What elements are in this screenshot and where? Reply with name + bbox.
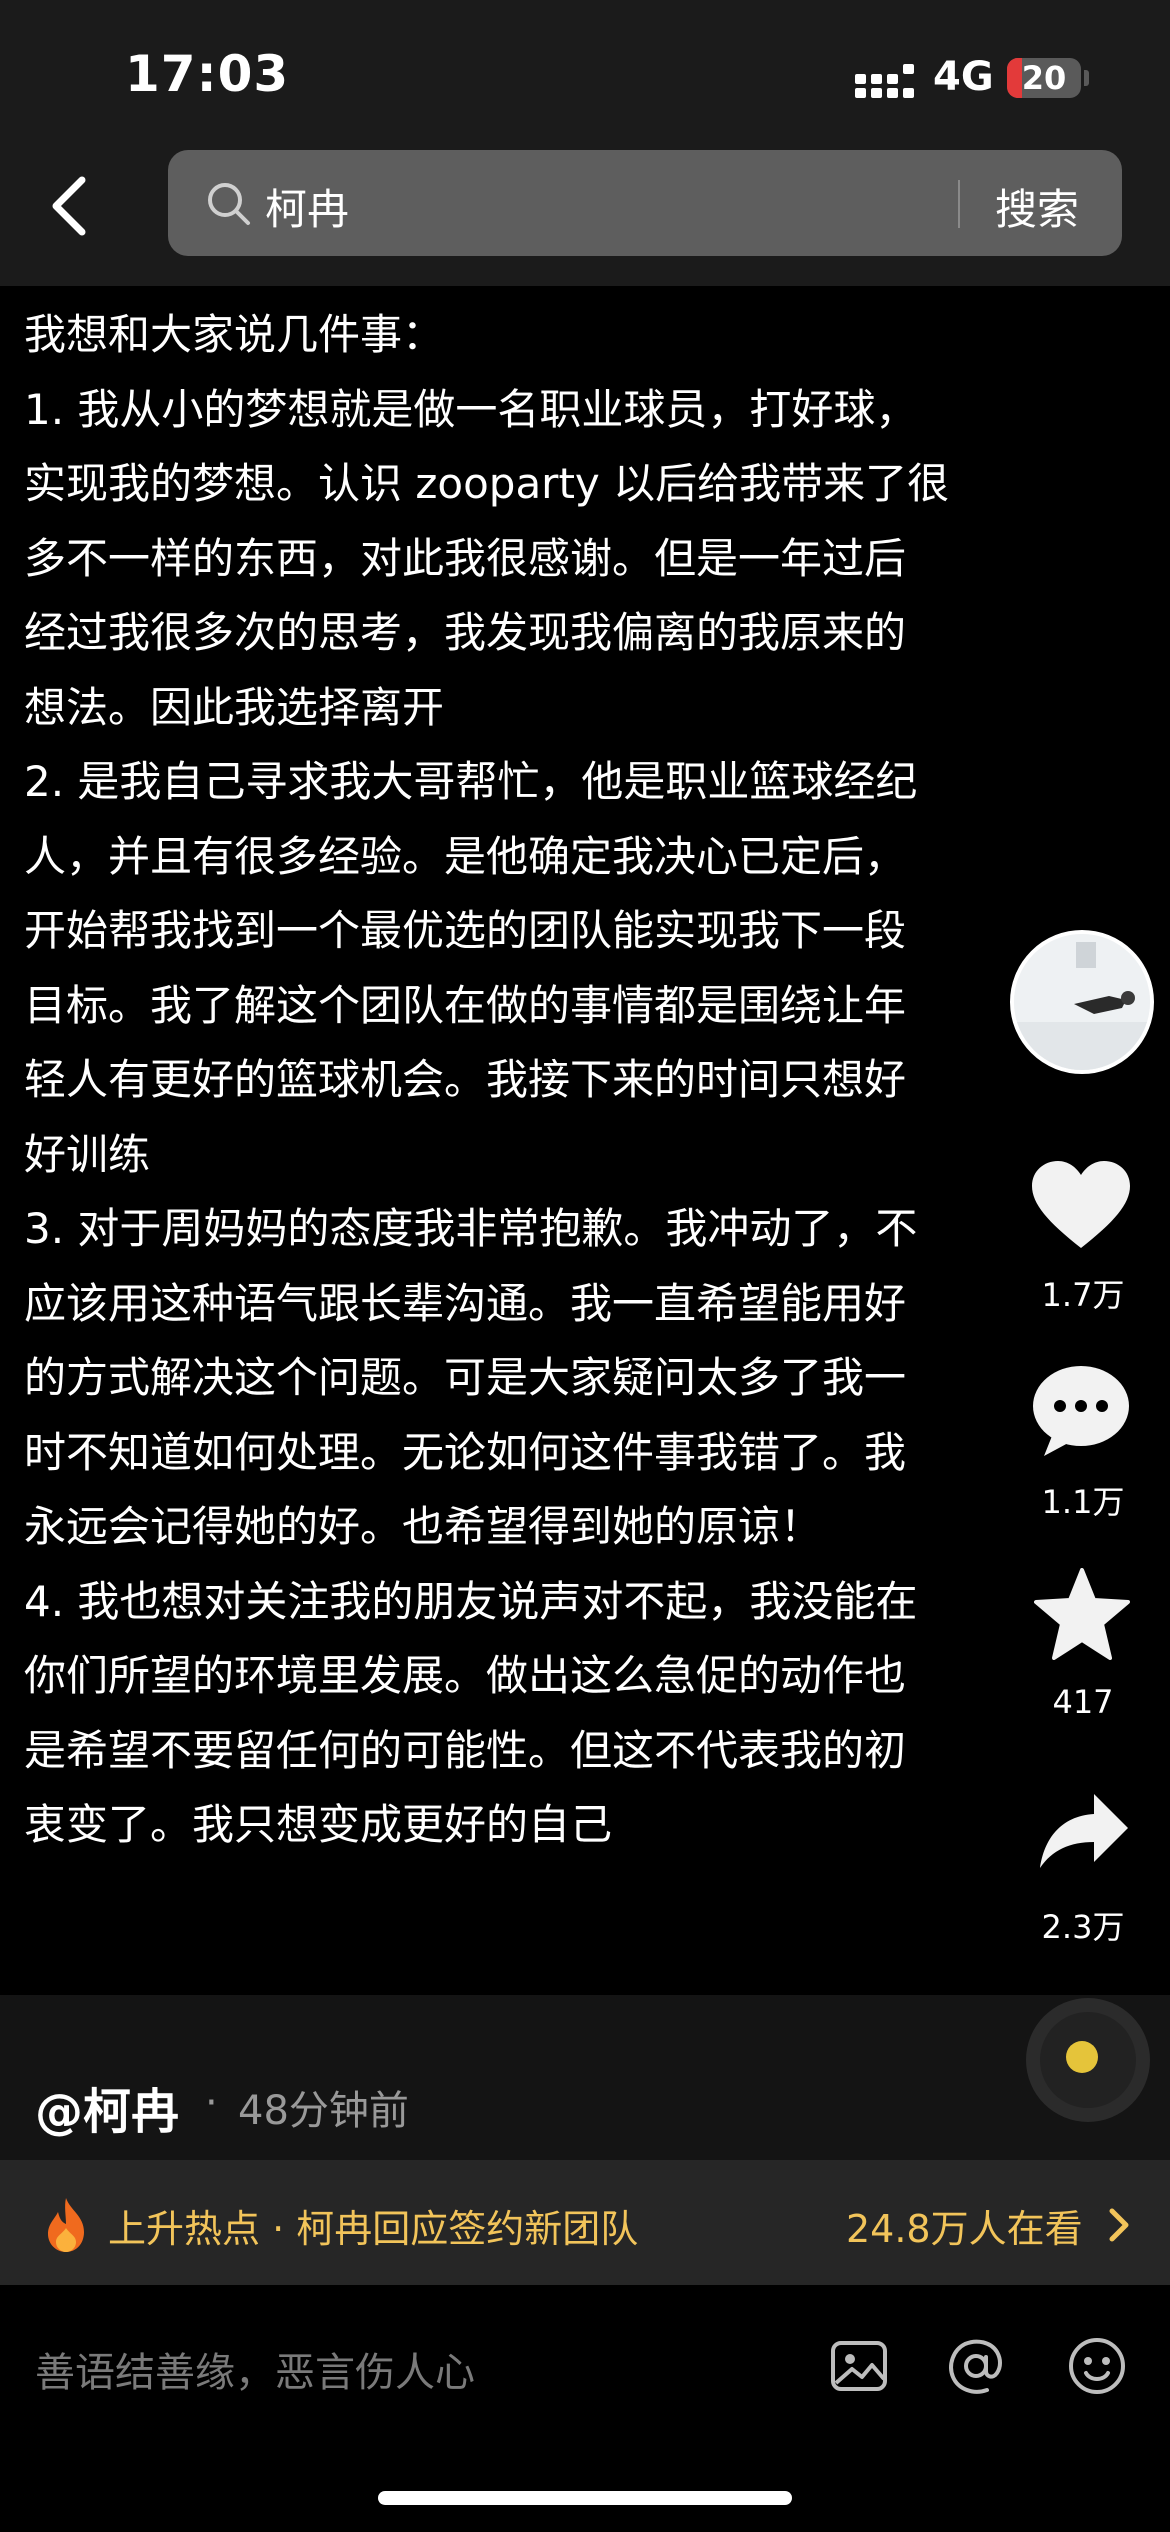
- post-line: 你们所望的环境里发展。做出这么急促的动作也: [24, 1651, 907, 1700]
- post-line: 想法。因此我选择离开: [24, 682, 445, 732]
- post-line: 是希望不要留任何的可能性。但这不代表我的初: [24, 1725, 907, 1775]
- post-line: 好训练: [24, 1129, 151, 1179]
- post-line: 应该用这种语气跟长辈沟通。我一直希望能用好: [24, 1278, 907, 1328]
- comment-count: 1.1万: [1041, 1483, 1125, 1521]
- home-indicator[interactable]: [378, 2491, 792, 2505]
- post-line: 永远会记得她的好。也希望得到她的原谅！: [24, 1502, 823, 1551]
- back-arrow-icon[interactable]: [40, 168, 100, 244]
- network-type: 4G: [933, 54, 994, 100]
- favorite-count: 417: [1052, 1683, 1114, 1721]
- author-avatar[interactable]: [1010, 930, 1154, 1074]
- flame-icon: [48, 2198, 84, 2252]
- like-count: 1.7万: [1041, 1276, 1125, 1314]
- search-icon: [208, 183, 250, 225]
- hot-viewers-count[interactable]: 24.8万人在看: [846, 2198, 1083, 2253]
- post-line: 多不一样的东西，对此我很感谢。但是一年过后: [24, 533, 907, 583]
- post-line: 轻人有更好的篮球机会。我接下来的时间只想好: [24, 1055, 907, 1104]
- post-line: 的方式解决这个问题。可是大家疑问太多了我一: [24, 1353, 907, 1402]
- heart-icon[interactable]: [1028, 1158, 1134, 1252]
- image-icon[interactable]: [828, 2335, 890, 2397]
- star-icon[interactable]: [1034, 1568, 1130, 1660]
- post-line: 3. 对于周妈妈的态度我非常抱歉。我冲动了，不: [24, 1204, 918, 1253]
- author-name[interactable]: @柯冉: [35, 2072, 179, 2142]
- post-line: 目标。我了解这个团队在做的事情都是围绕让年: [24, 980, 907, 1030]
- search-button[interactable]: 搜索: [995, 176, 1079, 237]
- emoji-icon[interactable]: [1066, 2335, 1128, 2397]
- post-line: 2. 是我自己寻求我大哥帮忙，他是职业篮球经纪: [24, 757, 918, 806]
- mention-icon[interactable]: [945, 2335, 1007, 2397]
- post-line: 人，并且有很多经验。是他确定我决心已定后，: [24, 831, 907, 881]
- music-disc-icon[interactable]: [1018, 1995, 1158, 2125]
- share-icon[interactable]: [1036, 1790, 1132, 1870]
- post-time: 48分钟前: [238, 2088, 409, 2134]
- battery-nub: [1084, 70, 1089, 86]
- signal-icon: [855, 64, 914, 98]
- search-divider: [958, 180, 960, 228]
- post-line: 衷变了。我只想变成更好的自己: [24, 1800, 613, 1849]
- post-line: 时不知道如何处理。无论如何这件事我错了。我: [24, 1427, 907, 1477]
- separator-dot: ·: [205, 2080, 218, 2126]
- comment-input[interactable]: 善语结善缘，恶言伤人心: [35, 2340, 475, 2398]
- comment-icon[interactable]: [1030, 1362, 1132, 1458]
- status-time: 17:03: [125, 45, 290, 103]
- post-line: 1. 我从小的梦想就是做一名职业球员，打好球，: [24, 384, 918, 434]
- post-line: 4. 我也想对关注我的朋友说声对不起，我没能在: [24, 1576, 918, 1626]
- battery-icon: 20: [1007, 58, 1081, 98]
- avatar-photo: [1014, 934, 1150, 1070]
- post-line: 实现我的梦想。认识 zooparty 以后给我带来了很: [24, 459, 950, 508]
- battery-level: 20: [1021, 59, 1067, 97]
- post-line: 开始帮我找到一个最优选的团队能实现我下一段: [24, 906, 907, 955]
- post-line: 我想和大家说几件事：: [24, 310, 445, 359]
- share-count: 2.3万: [1041, 1908, 1125, 1946]
- hot-topic-text[interactable]: 上升热点 · 柯冉回应签约新团队: [108, 2198, 638, 2253]
- search-query[interactable]: 柯冉: [265, 176, 349, 237]
- post-line: 经过我很多次的思考，我发现我偏离的我原来的: [24, 608, 907, 657]
- chevron-right-icon[interactable]: [1103, 2205, 1133, 2245]
- post-text: 我想和大家说几件事： 1. 我从小的梦想就是做一名职业球员，打好球， 实现我的梦…: [24, 298, 1094, 1863]
